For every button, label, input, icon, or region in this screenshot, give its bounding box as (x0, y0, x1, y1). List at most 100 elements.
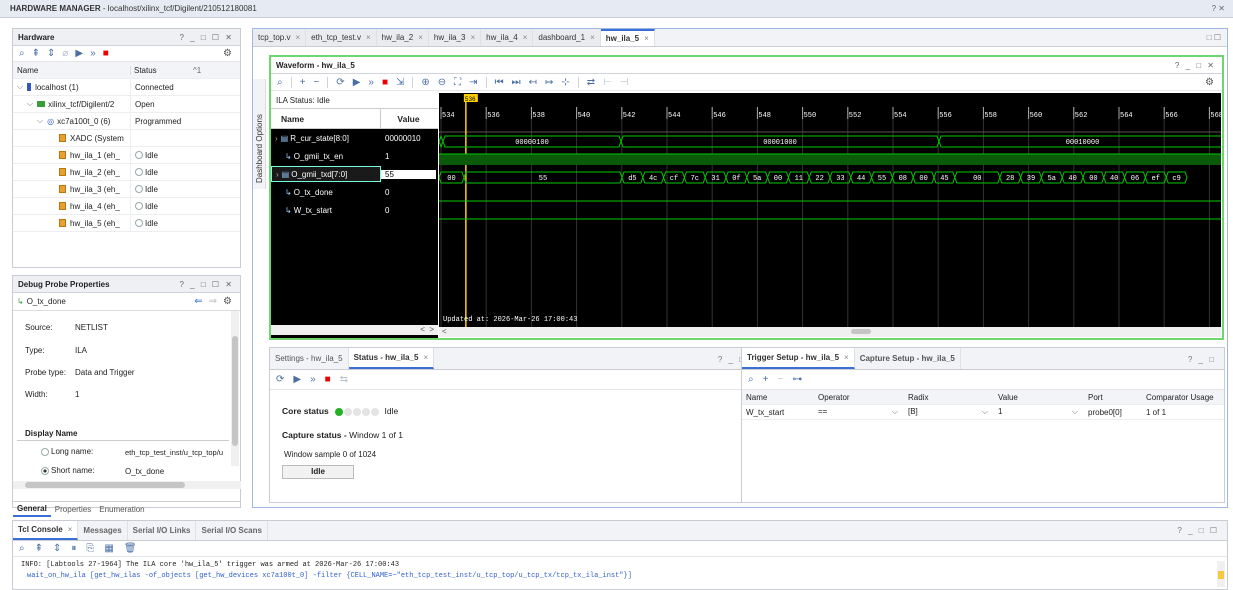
run-immediate-icon[interactable]: » (368, 77, 374, 88)
chevron-down-icon[interactable]: ⌵ (1072, 407, 1078, 417)
trigger-cell[interactable]: 1 ⌵ (994, 407, 1084, 417)
trigger-cell[interactable]: == ⌵ (814, 407, 904, 417)
trigger-cell[interactable]: probe0[0] (1084, 408, 1142, 417)
tree-item[interactable]: ⌵ localhost (1) Connected (13, 79, 240, 96)
close-icon[interactable]: × (295, 33, 300, 42)
condition-icon[interactable]: ⊶ (792, 374, 802, 385)
disconnect-icon[interactable]: ⌀ (62, 48, 68, 59)
zoom-in-icon[interactable]: ⊕ (421, 77, 429, 88)
run-immediate-icon[interactable]: » (90, 48, 96, 59)
console-tab[interactable]: Messages (78, 521, 128, 540)
col-name-header[interactable]: Name (13, 65, 131, 75)
close-icon[interactable]: × (68, 525, 73, 534)
search-icon[interactable]: ⌕ (19, 543, 25, 554)
short-name-radio[interactable]: Short name: (41, 466, 95, 475)
chevron-down-icon[interactable]: ⌵ (982, 407, 988, 417)
run-trigger-icon[interactable]: ▶ (293, 374, 301, 385)
remove-probe-icon[interactable]: − (777, 374, 783, 385)
tab-general[interactable]: General (13, 503, 51, 517)
console-tab[interactable]: Serial I/O Scans (196, 521, 268, 540)
clear-icon[interactable]: 🗑 (124, 543, 137, 554)
close-icon[interactable]: × (523, 33, 528, 42)
col-status-header[interactable]: Status (131, 66, 193, 75)
trigger-cell[interactable]: 1 of 1 (1142, 408, 1222, 417)
stop-trigger-icon[interactable]: ■ (103, 48, 109, 59)
trigger-col-header[interactable]: Comparator Usage (1142, 393, 1222, 402)
tab-capture-setup[interactable]: Capture Setup - hw_ila_5 (855, 348, 961, 369)
wave-hscrollbar[interactable]: < (439, 327, 1221, 337)
run-immediate-icon[interactable]: » (310, 374, 316, 385)
add-marker-icon[interactable]: ⊹ (561, 77, 569, 88)
search-icon[interactable]: ⌕ (748, 374, 754, 385)
close-icon[interactable]: × (470, 33, 475, 42)
back-arrow-icon[interactable]: ⇐ (194, 296, 202, 307)
zoom-fit-icon[interactable]: ⛶ (454, 77, 461, 88)
signal-row[interactable]: ↳ O_gmii_tx_en 1 (271, 147, 438, 165)
copy-icon[interactable]: ⎘ (86, 543, 94, 554)
stop-trigger-icon[interactable]: ■ (382, 77, 388, 88)
pause-icon[interactable]: ⏸ (71, 543, 76, 554)
floating-ruler-icon[interactable]: ⊣ (620, 77, 629, 88)
signal-row[interactable]: ↳ O_tx_done 0 (271, 183, 438, 201)
editor-tab[interactable]: hw_ila_5 × (600, 29, 655, 46)
search-icon[interactable]: ⌕ (19, 48, 25, 59)
close-icon[interactable]: × (366, 33, 371, 42)
next-transition-icon[interactable]: ↦ (545, 77, 553, 88)
panel-window-controls[interactable]: ? _ □ ☐ ✕ (180, 280, 241, 289)
close-icon[interactable]: × (644, 34, 649, 43)
panel-window-controls[interactable]: ? _ □ ☐ (1177, 526, 1219, 535)
add-probe-icon[interactable]: + (763, 374, 769, 385)
tree-item[interactable]: ⌵ ◎ xc7a100t_0 (6) Programmed (13, 113, 240, 130)
chevron-down-icon[interactable]: ⌵ (17, 82, 23, 92)
go-to-end-icon[interactable]: ⏭ (512, 77, 521, 88)
chevron-right-icon[interactable]: › (276, 170, 279, 179)
props-hscrollbar[interactable] (13, 481, 241, 489)
previous-transition-icon[interactable]: ↤ (529, 77, 537, 88)
dashboard-options-tab[interactable]: Dashboard Options (253, 79, 266, 189)
editor-tab[interactable]: eth_tcp_test.v × (306, 29, 377, 46)
gear-icon[interactable]: ⚙ (223, 48, 232, 59)
editor-window-controls[interactable]: □ ☐ (1207, 33, 1221, 42)
idle-button[interactable]: Idle (282, 465, 354, 479)
expand-all-icon[interactable]: ⇕ (47, 48, 55, 59)
collapse-all-icon[interactable]: ⇞ (32, 48, 40, 59)
signal-row[interactable]: ↳ W_tx_start 0 (271, 201, 438, 219)
trigger-col-header[interactable]: Name (742, 393, 814, 402)
chevron-down-icon[interactable]: ⌵ (37, 116, 43, 126)
waveform-canvas[interactable]: 534 536 538 540 542 544 546 548 550 552 554 556 558 5… (439, 93, 1221, 327)
tree-item[interactable]: hw_ila_2 (eh_ Idle (13, 164, 240, 181)
tab-enumeration[interactable]: Enumeration (95, 505, 148, 514)
select-all-icon[interactable]: ▦ (104, 543, 113, 554)
add-probe-icon[interactable]: + (300, 77, 306, 88)
editor-tab[interactable]: hw_ila_3 × (428, 29, 482, 46)
tab-settings[interactable]: Settings - hw_ila_5 (270, 348, 349, 369)
props-scrollbar[interactable] (231, 311, 239, 466)
tab-status[interactable]: Status - hw_ila_5 × (348, 348, 435, 369)
export-icon[interactable]: ⇲ (396, 77, 404, 88)
trigger-table-row[interactable]: W_tx_start == ⌵ [B] ⌵ 1 ⌵ probe0[0] 1 of 1 (742, 405, 1224, 420)
trigger-setup-icon[interactable]: ⇆ (340, 374, 348, 385)
search-icon[interactable]: ⌕ (277, 77, 283, 88)
snap-icon[interactable]: ⊢ (603, 77, 612, 88)
editor-tab[interactable]: hw_ila_4 × (481, 29, 534, 46)
col-name-header[interactable]: Name (271, 109, 381, 128)
panel-window-controls[interactable]: ? _ □ ✕ (1175, 61, 1222, 70)
forward-arrow-icon[interactable]: ⇒ (209, 296, 217, 307)
signal-row[interactable]: › ▤ R_cur_state[8:0] 00000010 (271, 129, 438, 147)
go-to-cursor-icon[interactable]: ⇥ (469, 77, 477, 88)
gear-icon[interactable]: ⚙ (1205, 77, 1214, 88)
name-pane-scroll[interactable]: < > (271, 325, 438, 335)
tree-item[interactable]: hw_ila_4 (eh_ Idle (13, 198, 240, 215)
remove-probe-icon[interactable]: − (313, 77, 319, 88)
auto-retrigger-icon[interactable]: ⟳ (336, 77, 344, 88)
go-to-start-icon[interactable]: ⏮ (495, 77, 504, 88)
long-name-radio[interactable]: Long name: (41, 447, 93, 456)
console-scrollbar[interactable] (1217, 561, 1225, 587)
chevron-down-icon[interactable]: ⌵ (892, 407, 898, 417)
chevron-right-icon[interactable]: › (275, 134, 278, 143)
tab-properties[interactable]: Properties (51, 505, 95, 514)
run-trigger-icon[interactable]: ▶ (353, 77, 361, 88)
editor-tab[interactable]: dashboard_1 × (533, 29, 601, 46)
zoom-out-icon[interactable]: ⊖ (438, 77, 446, 88)
editor-tab[interactable]: tcp_top.v × (253, 29, 307, 46)
